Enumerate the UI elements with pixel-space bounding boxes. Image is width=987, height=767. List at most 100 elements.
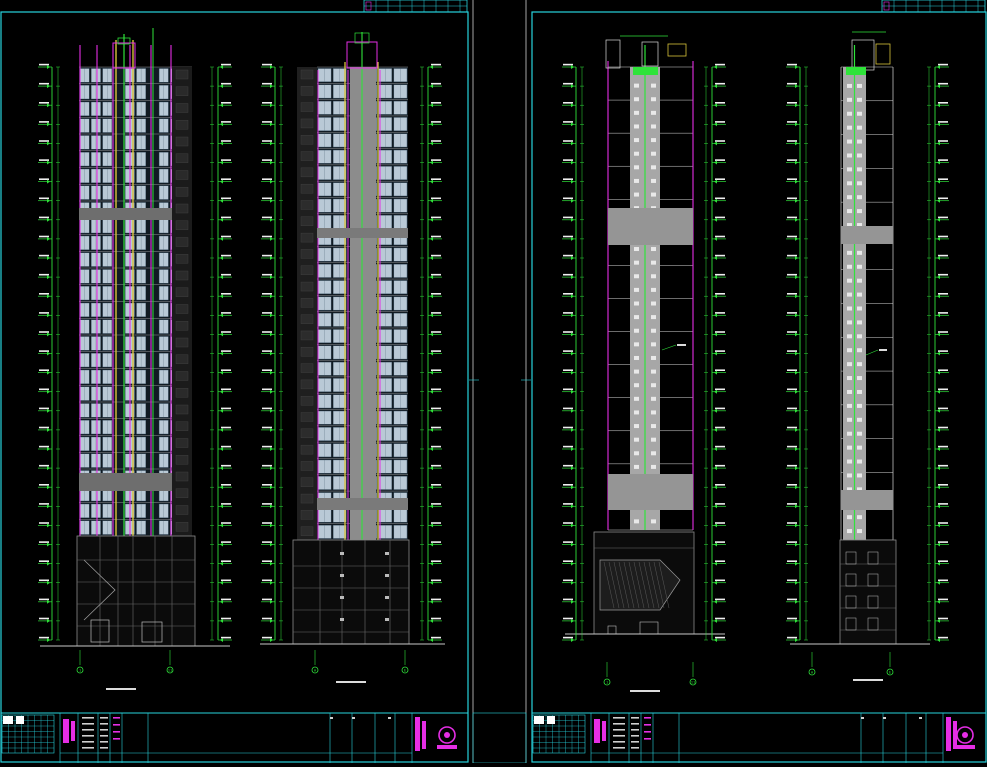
level-label bbox=[715, 522, 725, 524]
level-marker-icon bbox=[430, 65, 433, 69]
level-marker-icon bbox=[937, 618, 940, 623]
level-label bbox=[262, 216, 272, 219]
title-block-text bbox=[330, 717, 333, 719]
title-block-text bbox=[100, 735, 108, 737]
title-block-label bbox=[946, 717, 951, 751]
podium bbox=[292, 539, 410, 645]
core-window bbox=[847, 403, 852, 408]
level-label bbox=[262, 388, 272, 391]
level-marker-icon bbox=[714, 523, 717, 528]
note-leader bbox=[865, 349, 879, 356]
podium-vent bbox=[340, 574, 344, 577]
level-marker-icon bbox=[47, 599, 50, 604]
level-label bbox=[262, 254, 272, 257]
level-marker-icon bbox=[220, 504, 223, 509]
side-window bbox=[300, 412, 314, 422]
level-marker-icon bbox=[47, 275, 50, 280]
level-marker-icon bbox=[714, 638, 717, 642]
side-window bbox=[175, 254, 189, 264]
core-window bbox=[847, 167, 852, 172]
level-label bbox=[39, 579, 49, 582]
side-window bbox=[175, 505, 189, 515]
level-marker-icon bbox=[795, 236, 798, 241]
level-label bbox=[262, 350, 272, 352]
level-label bbox=[563, 140, 573, 142]
title-block bbox=[532, 712, 986, 763]
level-marker-icon bbox=[795, 160, 798, 165]
level-label bbox=[39, 388, 49, 391]
level-marker-icon bbox=[47, 638, 50, 642]
level-label bbox=[262, 617, 272, 620]
level-label bbox=[787, 63, 797, 66]
level-marker-icon bbox=[714, 217, 717, 222]
level-label bbox=[787, 159, 797, 161]
level-marker-icon bbox=[220, 447, 223, 451]
title-block-text bbox=[613, 729, 625, 731]
level-label bbox=[431, 82, 441, 85]
level-label bbox=[221, 331, 231, 333]
level-marker-icon bbox=[270, 370, 273, 375]
level-label bbox=[563, 102, 573, 104]
level-label bbox=[715, 331, 725, 333]
level-label bbox=[39, 617, 49, 620]
side-window bbox=[175, 304, 189, 314]
level-label bbox=[938, 503, 948, 505]
level-label bbox=[431, 484, 441, 486]
level-marker-icon bbox=[714, 275, 717, 280]
level-marker-icon bbox=[937, 275, 940, 280]
axis-callout-label: E bbox=[889, 671, 891, 675]
side-window bbox=[175, 438, 189, 448]
note-leader bbox=[661, 344, 677, 351]
side-window bbox=[300, 444, 314, 455]
level-marker-icon bbox=[270, 313, 273, 318]
title-block-label bbox=[422, 721, 426, 749]
side-window bbox=[300, 347, 314, 357]
level-label bbox=[221, 350, 231, 352]
level-label bbox=[715, 216, 725, 219]
level-marker-icon bbox=[220, 370, 223, 375]
level-marker-icon bbox=[270, 485, 273, 490]
level-marker-icon bbox=[795, 198, 798, 203]
level-marker-icon bbox=[430, 370, 433, 375]
level-label bbox=[563, 312, 573, 314]
side-window bbox=[300, 510, 314, 520]
core-window bbox=[847, 362, 852, 367]
level-label bbox=[715, 445, 725, 448]
side-window bbox=[175, 136, 189, 147]
level-marker-icon bbox=[937, 141, 940, 146]
elevation-b: AE bbox=[260, 32, 445, 683]
level-label bbox=[221, 312, 231, 314]
side-window bbox=[300, 526, 314, 536]
level-marker-icon bbox=[571, 198, 574, 203]
level-marker-icon bbox=[714, 408, 717, 413]
floor-band bbox=[841, 490, 893, 510]
level-label bbox=[221, 388, 231, 391]
level-label bbox=[262, 82, 272, 85]
side-window bbox=[175, 471, 189, 482]
level-label bbox=[938, 140, 948, 142]
core-window bbox=[634, 287, 639, 292]
side-window bbox=[300, 461, 314, 471]
core-window bbox=[634, 369, 639, 374]
core-window bbox=[651, 192, 656, 197]
floor-band bbox=[317, 228, 408, 238]
level-label bbox=[938, 63, 948, 66]
title-block-text bbox=[644, 731, 651, 733]
cad-drawing-viewport[interactable]: 1 11 A E 1 11 A E bbox=[0, 0, 987, 764]
level-label bbox=[262, 331, 272, 333]
core-window bbox=[857, 264, 862, 269]
side-window bbox=[300, 200, 314, 210]
level-marker-icon bbox=[270, 256, 273, 260]
level-marker-icon bbox=[937, 313, 940, 318]
level-marker-icon bbox=[571, 141, 574, 146]
side-window bbox=[175, 203, 189, 214]
level-label bbox=[563, 121, 573, 123]
core-window bbox=[651, 369, 656, 374]
core-window bbox=[634, 178, 639, 183]
axis-callout-label: A bbox=[811, 671, 814, 675]
level-label bbox=[221, 235, 231, 238]
core-window bbox=[847, 278, 852, 283]
level-label bbox=[39, 503, 49, 505]
core-window bbox=[651, 124, 656, 129]
level-marker-icon bbox=[714, 160, 717, 165]
